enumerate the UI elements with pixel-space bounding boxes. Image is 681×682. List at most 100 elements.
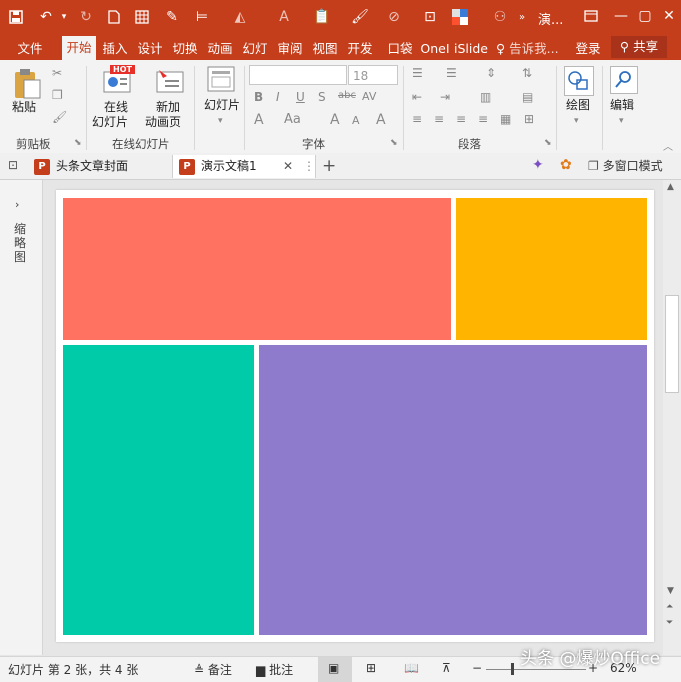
- tab-home[interactable]: 开始: [62, 36, 96, 60]
- zoom-slider-thumb[interactable]: [511, 663, 514, 675]
- thumbnail-label[interactable]: 缩略图: [14, 222, 28, 264]
- tab-islide[interactable]: iSlide: [454, 38, 488, 60]
- doc-tab-1[interactable]: P 头条文章封面: [34, 155, 128, 178]
- slides-button[interactable]: 幻灯片: [204, 98, 240, 113]
- chevron-down-icon[interactable]: ▾: [54, 7, 74, 27]
- increase-indent-icon[interactable]: ⇥: [440, 90, 450, 104]
- coral-block[interactable]: [63, 198, 451, 340]
- notes-button[interactable]: ≜ 备注: [194, 661, 232, 678]
- more-icon[interactable]: ⋮: [303, 155, 315, 178]
- add-tab-icon[interactable]: +: [322, 156, 336, 176]
- undo-icon[interactable]: ↶: [36, 7, 56, 27]
- columns-icon[interactable]: ▥: [480, 90, 491, 104]
- slide-sorter-icon[interactable]: ⊞: [366, 661, 376, 675]
- dialog-launcher-icon[interactable]: ⬊: [544, 138, 552, 148]
- char-spacing-button[interactable]: AV: [362, 90, 376, 103]
- new-file-icon[interactable]: [104, 7, 124, 27]
- tell-me-search[interactable]: ♀ 告诉我...: [496, 38, 562, 60]
- text-direction-icon[interactable]: ⇅: [522, 66, 532, 80]
- scroll-up-icon[interactable]: ▲: [667, 182, 674, 192]
- bullets-icon[interactable]: ☰: [412, 66, 423, 80]
- align-left-icon[interactable]: ≡: [412, 112, 422, 126]
- ribbon-display-icon[interactable]: [578, 4, 604, 28]
- eyedropper-icon[interactable]: ✎: [162, 7, 182, 27]
- tab-review[interactable]: 审阅: [274, 38, 306, 60]
- teal-block[interactable]: [63, 345, 254, 635]
- zoom-slider[interactable]: [486, 669, 586, 670]
- minimize-icon[interactable]: —: [608, 4, 634, 28]
- tab-view[interactable]: 视图: [309, 38, 341, 60]
- zoom-out-icon[interactable]: −: [472, 661, 482, 675]
- slideshow-icon[interactable]: ⊼: [442, 661, 451, 675]
- save-icon[interactable]: [6, 7, 26, 27]
- font-size-combo[interactable]: 18: [348, 65, 398, 85]
- reading-view-icon[interactable]: 📖: [404, 661, 419, 675]
- online-slides-label-2[interactable]: 幻灯片: [92, 115, 128, 130]
- align-center-icon[interactable]: ≡: [434, 112, 444, 126]
- numbering-icon[interactable]: ☰: [446, 66, 457, 80]
- font-color-button[interactable]: A: [254, 112, 264, 128]
- crop-icon[interactable]: ⊡: [420, 7, 440, 27]
- paste-button[interactable]: 粘贴: [12, 100, 36, 115]
- align-icon[interactable]: ⊨: [192, 7, 212, 27]
- format-painter-icon[interactable]: 🖌: [350, 7, 370, 27]
- new-animation-page-icon[interactable]: [155, 66, 185, 99]
- new-animation-label-1[interactable]: 新加: [156, 100, 180, 115]
- vertical-scrollbar[interactable]: ▲ ▼ ⏶ ⏷: [663, 180, 681, 655]
- search-icon[interactable]: [610, 66, 638, 94]
- line-spacing-icon[interactable]: ⇕: [486, 66, 496, 80]
- format-painter-icon[interactable]: 🖌: [52, 110, 67, 124]
- justify-icon[interactable]: ≡: [478, 112, 488, 126]
- align-text-icon[interactable]: ▤: [522, 90, 533, 104]
- editing-button[interactable]: 编辑: [610, 98, 634, 113]
- magic-icon[interactable]: ✦: [532, 157, 544, 173]
- collapse-ribbon-icon[interactable]: ︿: [663, 138, 673, 153]
- underline-button[interactable]: U: [296, 90, 305, 104]
- user-group-icon[interactable]: ⚇: [490, 7, 510, 27]
- distribute-icon[interactable]: ▦: [500, 112, 511, 126]
- shadow-button[interactable]: S: [318, 90, 326, 104]
- bold-button[interactable]: B: [254, 90, 263, 104]
- tab-animations[interactable]: 动画: [204, 38, 236, 60]
- tab-insert[interactable]: 插入: [99, 38, 131, 60]
- online-slides-label-1[interactable]: 在线: [104, 100, 128, 115]
- purple-block[interactable]: [259, 345, 647, 635]
- chevron-down-icon[interactable]: »: [512, 7, 532, 27]
- maximize-icon[interactable]: ▢: [632, 4, 658, 28]
- decrease-font-button[interactable]: A: [352, 114, 360, 127]
- decrease-indent-icon[interactable]: ⇤: [412, 90, 422, 104]
- new-animation-label-2[interactable]: 动画页: [145, 115, 181, 130]
- chevron-down-icon[interactable]: ▾: [574, 116, 579, 126]
- dialog-launcher-icon[interactable]: ⬊: [390, 138, 398, 148]
- tab-list-icon[interactable]: ⊡: [8, 158, 18, 172]
- drawing-button[interactable]: 绘图: [566, 98, 590, 113]
- pen-icon[interactable]: ⊘: [384, 7, 404, 27]
- chevron-down-icon[interactable]: ▾: [218, 116, 223, 126]
- tab-transitions[interactable]: 切换: [169, 38, 201, 60]
- login-link[interactable]: 登录: [572, 38, 604, 60]
- increase-font-button[interactable]: A: [330, 112, 340, 128]
- tab-developer[interactable]: 开发: [344, 38, 376, 60]
- close-tab-icon[interactable]: ✕: [283, 155, 293, 178]
- doc-tab-2[interactable]: P 演示文稿1 ✕ ⋮: [172, 155, 316, 178]
- slide-canvas[interactable]: [56, 190, 654, 642]
- copy-icon[interactable]: ❐: [52, 88, 63, 102]
- color-swatch-icon[interactable]: [450, 7, 470, 27]
- smartart-icon[interactable]: ⊞: [524, 112, 534, 126]
- chevron-down-icon[interactable]: ▾: [619, 116, 624, 126]
- align-right-icon[interactable]: ≡: [456, 112, 466, 126]
- dialog-launcher-icon[interactable]: ⬊: [74, 138, 82, 148]
- paste-icon[interactable]: [12, 68, 42, 103]
- next-slide-icon[interactable]: ⏷: [666, 618, 673, 628]
- multi-window-button[interactable]: ❐ 多窗口模式: [588, 155, 663, 178]
- scroll-down-icon[interactable]: ▼: [667, 586, 674, 596]
- drawing-icon[interactable]: [564, 66, 594, 96]
- share-button[interactable]: ⚲ 共享: [611, 36, 667, 58]
- tab-design[interactable]: 设计: [134, 38, 166, 60]
- normal-view-button[interactable]: ▣: [318, 657, 352, 682]
- previous-slide-icon[interactable]: ⏶: [666, 602, 673, 612]
- amber-block[interactable]: [456, 198, 647, 340]
- paste-icon[interactable]: 📋: [312, 7, 332, 27]
- close-icon[interactable]: ✕: [656, 4, 681, 28]
- strikethrough-button[interactable]: abc: [338, 90, 356, 101]
